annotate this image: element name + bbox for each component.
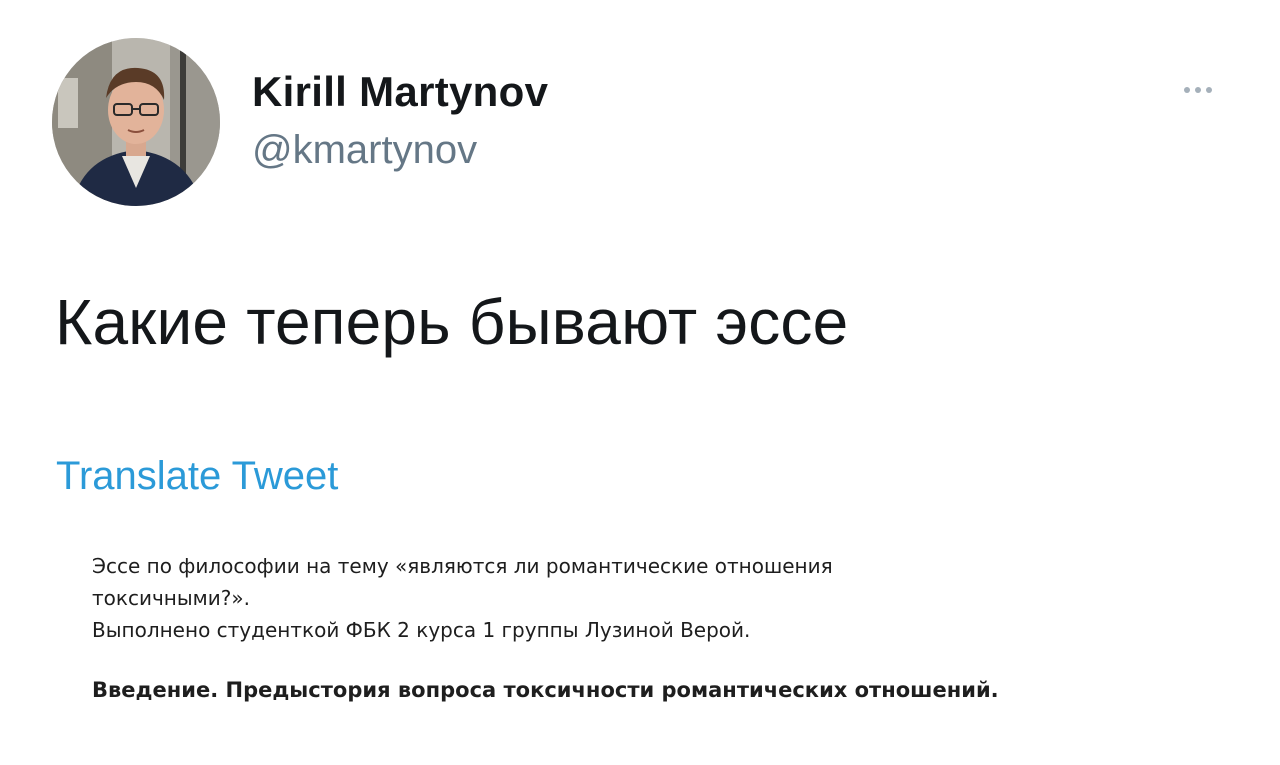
essay-image[interactable]: Эссе по философии на тему «являются ли р… [92,550,1192,702]
dot [1206,87,1212,93]
author-display-name[interactable]: Kirill Martynov [252,68,548,116]
essay-heading: Введение. Предыстория вопроса токсичност… [92,678,999,702]
essay-line-3: Выполнено студенткой ФБК 2 курса 1 групп… [92,618,751,642]
tweet-text: Какие теперь бывают эссе [55,286,849,358]
ellipsis-icon[interactable] [1172,78,1224,102]
author-handle[interactable]: @kmartynov [252,128,477,173]
translate-tweet-link[interactable]: Translate Tweet [56,454,338,499]
dot [1184,87,1190,93]
avatar[interactable] [52,38,220,206]
profile-photo-icon [52,38,220,206]
essay-line-2: токсичными?». [92,586,250,610]
dot [1195,87,1201,93]
essay-line-1: Эссе по философии на тему «являются ли р… [92,554,833,578]
